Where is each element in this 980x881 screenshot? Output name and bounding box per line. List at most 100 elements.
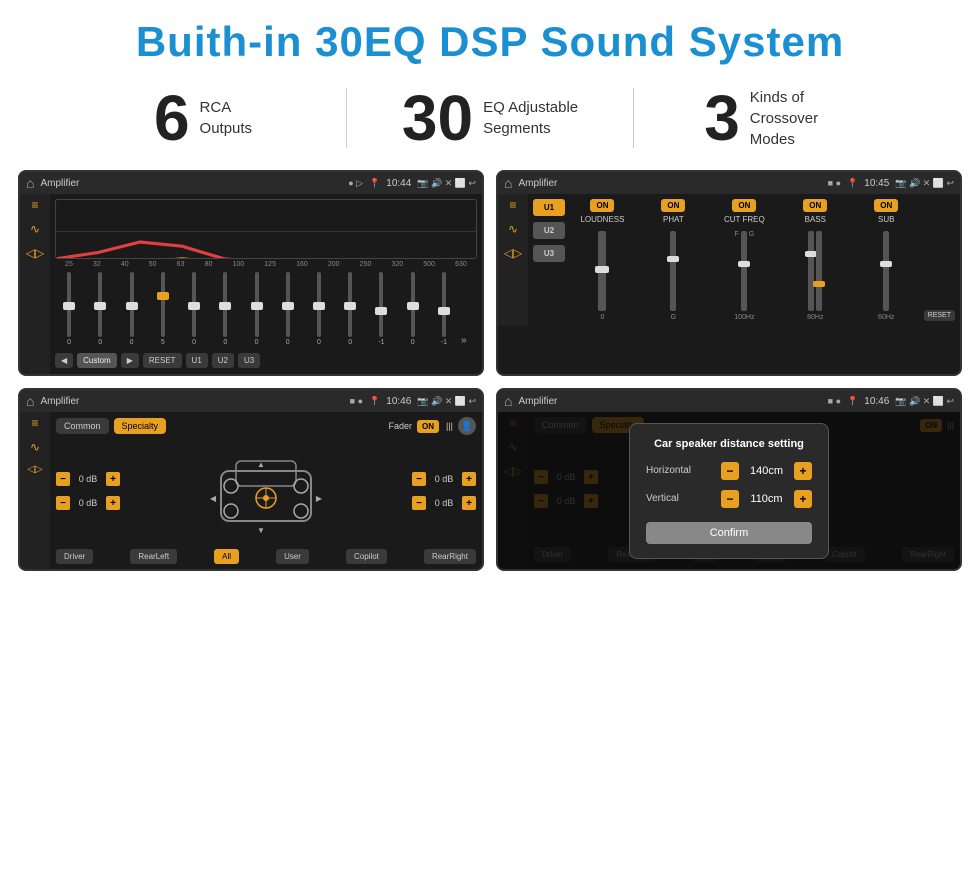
db2-minus[interactable]: − xyxy=(56,496,70,510)
home-icon-3[interactable]: ⌂ xyxy=(26,393,34,409)
eq-slider-0[interactable]: 0 xyxy=(55,272,83,346)
speaker-icon[interactable]: ◁▷ xyxy=(26,246,44,260)
eq-slider-12[interactable]: -1 xyxy=(430,272,458,346)
speaker-icon-2[interactable]: ◁▷ xyxy=(504,246,522,260)
confirm-button[interactable]: Confirm xyxy=(646,522,812,544)
cutfreq-toggle[interactable]: ON xyxy=(732,199,756,212)
bass-label: BASS xyxy=(805,215,826,224)
u2-select-button[interactable]: U2 xyxy=(533,222,565,239)
bass-toggle[interactable]: ON xyxy=(803,199,827,212)
location-icon-2: 📍 xyxy=(847,178,858,189)
db2-plus[interactable]: + xyxy=(106,496,120,510)
u3-select-button[interactable]: U3 xyxy=(533,245,565,262)
fader-bars: ||| xyxy=(446,421,453,431)
phat-toggle[interactable]: ON xyxy=(661,199,685,212)
loudness-toggle[interactable]: ON xyxy=(590,199,614,212)
db1-plus[interactable]: + xyxy=(106,472,120,486)
eq-slider-1[interactable]: 0 xyxy=(86,272,114,346)
wave-icon[interactable]: ∿ xyxy=(30,222,40,236)
loudness-label: LOUDNESS xyxy=(580,215,624,224)
screen-body-2: ≡ ∿ ◁▷ U1 U2 U3 ON LOUDNESS xyxy=(498,194,960,326)
eq-slider-5[interactable]: 0 xyxy=(211,272,239,346)
phat-slider[interactable] xyxy=(670,231,676,311)
speaker-distance-dialog: Car speaker distance setting Horizontal … xyxy=(629,423,829,559)
horizontal-minus[interactable]: − xyxy=(721,462,739,480)
eq-slider-4[interactable]: 0 xyxy=(180,272,208,346)
wave-icon-3[interactable]: ∿ xyxy=(30,440,40,454)
eq-slider-6[interactable]: 0 xyxy=(242,272,270,346)
system-icons-1: 📷 🔊 ✕ ⬜ ↩ xyxy=(417,178,476,189)
eq-slider-10[interactable]: -1 xyxy=(367,272,395,346)
stat-eq: 30 EQ AdjustableSegments xyxy=(347,86,633,150)
horizontal-plus[interactable]: + xyxy=(794,462,812,480)
prev-button[interactable]: ◀ xyxy=(55,353,73,368)
driver-button[interactable]: Driver xyxy=(56,549,93,564)
speaker-icon-3[interactable]: ◁▷ xyxy=(27,464,42,475)
vertical-minus[interactable]: − xyxy=(721,490,739,508)
fader-sidebar: ≡ ∿ ◁▷ xyxy=(20,412,50,569)
u2-button[interactable]: U2 xyxy=(212,353,234,368)
fader-toggle[interactable]: ON xyxy=(417,420,439,433)
screen-body-3: ≡ ∿ ◁▷ Common Specialty Fader ON ||| 👤 xyxy=(20,412,482,569)
home-icon-2[interactable]: ⌂ xyxy=(504,175,512,191)
eq-slider-2[interactable]: 0 xyxy=(117,272,145,346)
rearright-button[interactable]: RearRight xyxy=(424,549,476,564)
eq-slider-11[interactable]: 0 xyxy=(399,272,427,346)
screen-body-1: ≡ ∿ ◁▷ xyxy=(20,194,482,374)
status-time-3: 10:46 xyxy=(386,396,411,407)
svg-text:▼: ▼ xyxy=(257,526,265,535)
eq-icon-3[interactable]: ≡ xyxy=(31,416,38,430)
crossover-reset-button[interactable]: RESET xyxy=(924,310,955,321)
eq-slider-8[interactable]: 0 xyxy=(305,272,333,346)
eq-bottom-bar: ◀ Custom ▶ RESET U1 U2 U3 xyxy=(55,350,477,371)
profile-icon[interactable]: 👤 xyxy=(458,417,476,435)
copilot-button[interactable]: Copilot xyxy=(346,549,387,564)
home-icon-4[interactable]: ⌂ xyxy=(504,393,512,409)
u3-button[interactable]: U3 xyxy=(238,353,260,368)
custom-button[interactable]: Custom xyxy=(77,353,117,368)
cutfreq-f-label: F xyxy=(734,231,738,311)
all-button[interactable]: All xyxy=(214,549,239,564)
status-title-3: Amplifier xyxy=(40,396,343,407)
vertical-label: Vertical xyxy=(646,493,706,504)
eq-slider-9[interactable]: 0 xyxy=(336,272,364,346)
more-icon[interactable]: » xyxy=(461,335,477,346)
user-button[interactable]: User xyxy=(276,549,309,564)
page-title: Buith-in 30EQ DSP Sound System xyxy=(0,0,980,76)
eq-icon[interactable]: ≡ xyxy=(31,198,38,212)
specialty-tab[interactable]: Specialty xyxy=(114,418,167,434)
status-title-4: Amplifier xyxy=(518,396,821,407)
bass-slider-1[interactable] xyxy=(808,231,814,311)
cutfreq-module: ON CUT FREQ F G 100Hz xyxy=(711,199,778,321)
db3-plus[interactable]: + xyxy=(462,472,476,486)
sub-toggle[interactable]: ON xyxy=(874,199,898,212)
reset-button[interactable]: RESET xyxy=(143,353,182,368)
eq-sliders-container: 0 0 0 5 0 0 0 0 0 0 -1 0 -1 » xyxy=(55,270,477,350)
loudness-slider-1[interactable] xyxy=(598,231,606,311)
db4-minus[interactable]: − xyxy=(412,496,426,510)
loudness-value: 0 xyxy=(601,314,605,321)
play-button[interactable]: ▶ xyxy=(121,353,139,368)
u1-select-button[interactable]: U1 xyxy=(533,199,565,216)
common-tab[interactable]: Common xyxy=(56,418,109,434)
db1-minus[interactable]: − xyxy=(56,472,70,486)
wave-icon-2[interactable]: ∿ xyxy=(508,222,518,236)
vertical-plus[interactable]: + xyxy=(794,490,812,508)
eq-slider-7[interactable]: 0 xyxy=(274,272,302,346)
eq-icon-2[interactable]: ≡ xyxy=(509,198,516,212)
u1-button[interactable]: U1 xyxy=(186,353,208,368)
status-icons-4: ■ ● xyxy=(828,396,841,406)
eq-slider-3[interactable]: 5 xyxy=(149,272,177,346)
status-time-1: 10:44 xyxy=(386,178,411,189)
bass-slider-2[interactable] xyxy=(816,231,822,311)
horizontal-control: − 140cm + xyxy=(721,462,812,480)
location-icon-3: 📍 xyxy=(369,396,380,407)
db3-minus[interactable]: − xyxy=(412,472,426,486)
cutfreq-slider[interactable] xyxy=(741,231,747,311)
sub-slider[interactable] xyxy=(883,231,889,311)
db4-plus[interactable]: + xyxy=(462,496,476,510)
system-icons-3: 📷 🔊 ✕ ⬜ ↩ xyxy=(417,396,476,407)
home-icon-1[interactable]: ⌂ xyxy=(26,175,34,191)
rearleft-button[interactable]: RearLeft xyxy=(130,549,177,564)
stat-label-crossover: Kinds ofCrossover Modes xyxy=(750,87,850,150)
